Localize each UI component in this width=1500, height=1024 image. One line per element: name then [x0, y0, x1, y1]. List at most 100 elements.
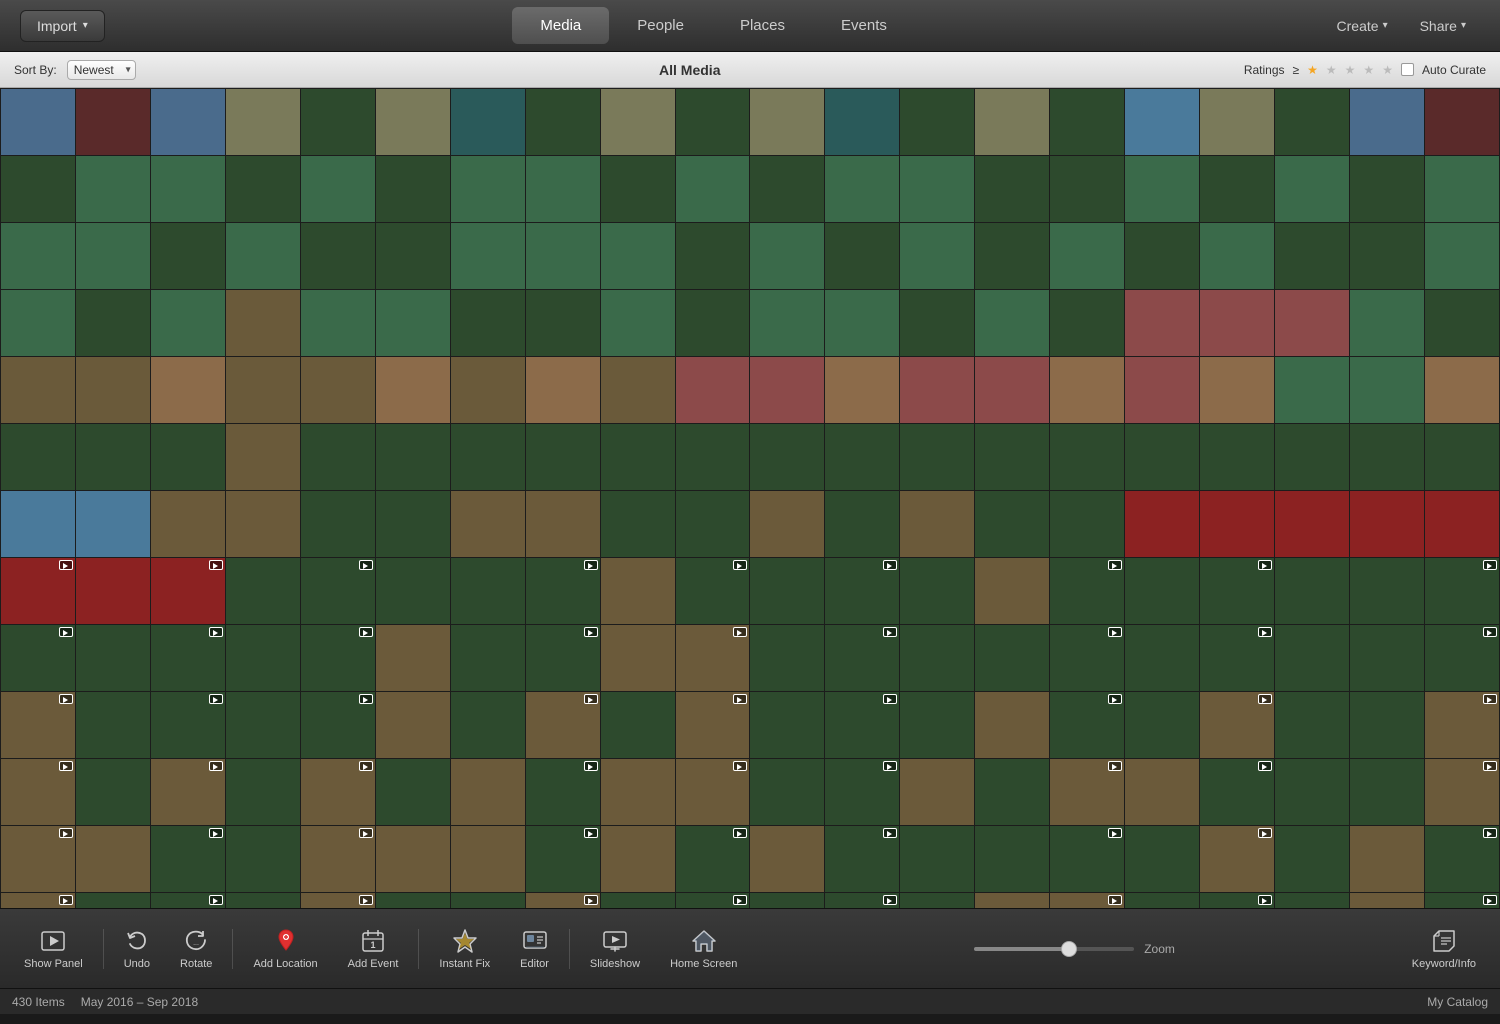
photo-cell[interactable] [750, 558, 824, 624]
photo-cell[interactable] [825, 625, 899, 691]
photo-cell[interactable] [1350, 625, 1424, 691]
photo-cell[interactable] [601, 826, 675, 892]
photo-cell[interactable] [601, 625, 675, 691]
photo-cell[interactable] [975, 759, 1049, 825]
home-screen-button[interactable]: Home Screen [656, 922, 751, 976]
photo-cell[interactable] [451, 558, 525, 624]
photo-cell[interactable] [76, 156, 150, 222]
photo-cell[interactable] [825, 692, 899, 758]
photo-cell[interactable] [151, 558, 225, 624]
photo-cell[interactable] [1200, 826, 1274, 892]
photo-cell[interactable] [1, 491, 75, 557]
photo-cell[interactable] [975, 491, 1049, 557]
photo-cell[interactable] [76, 826, 150, 892]
photo-cell[interactable] [1, 290, 75, 356]
instant-fix-button[interactable]: Instant Fix [425, 922, 504, 976]
photo-cell[interactable] [226, 893, 300, 908]
photo-cell[interactable] [750, 625, 824, 691]
photo-cell[interactable] [301, 759, 375, 825]
photo-cell[interactable] [1200, 491, 1274, 557]
photo-cell[interactable] [451, 357, 525, 423]
photo-cell[interactable] [1050, 491, 1124, 557]
photo-cell[interactable] [76, 290, 150, 356]
photo-cell[interactable] [301, 558, 375, 624]
photo-cell[interactable] [1350, 759, 1424, 825]
photo-cell[interactable] [76, 89, 150, 155]
photo-cell[interactable] [825, 357, 899, 423]
photo-cell[interactable] [151, 759, 225, 825]
photo-cell[interactable] [750, 290, 824, 356]
photo-cell[interactable] [1200, 558, 1274, 624]
photo-cell[interactable] [750, 491, 824, 557]
photo-cell[interactable] [676, 759, 750, 825]
photo-cell[interactable] [526, 290, 600, 356]
photo-cell[interactable] [376, 893, 450, 908]
photo-cell[interactable] [900, 156, 974, 222]
photo-cell[interactable] [1050, 893, 1124, 908]
photo-cell[interactable] [376, 826, 450, 892]
photo-cell[interactable] [451, 290, 525, 356]
photo-cell[interactable] [301, 290, 375, 356]
photo-cell[interactable] [975, 89, 1049, 155]
photo-cell[interactable] [1050, 357, 1124, 423]
sort-select[interactable]: Newest Oldest Name [67, 60, 136, 80]
photo-cell[interactable] [825, 89, 899, 155]
import-button[interactable]: Import ▾ [20, 10, 105, 42]
photo-cell[interactable] [825, 759, 899, 825]
photo-cell[interactable] [151, 89, 225, 155]
photo-cell[interactable] [1125, 290, 1199, 356]
photo-cell[interactable] [825, 290, 899, 356]
photo-cell[interactable] [301, 156, 375, 222]
photo-cell[interactable] [825, 424, 899, 490]
photo-cell[interactable] [301, 491, 375, 557]
photo-cell[interactable] [1125, 692, 1199, 758]
photo-cell[interactable] [526, 625, 600, 691]
photo-cell[interactable] [750, 89, 824, 155]
photo-cell[interactable] [526, 893, 600, 908]
rotate-button[interactable]: ... Rotate [166, 922, 226, 976]
photo-cell[interactable] [676, 156, 750, 222]
tab-events[interactable]: Events [813, 7, 915, 44]
photo-cell[interactable] [1125, 893, 1199, 908]
photo-cell[interactable] [1275, 223, 1349, 289]
photo-cell[interactable] [301, 223, 375, 289]
photo-cell[interactable] [1425, 826, 1499, 892]
photo-cell[interactable] [1350, 89, 1424, 155]
photo-cell[interactable] [750, 424, 824, 490]
photo-cell[interactable] [526, 491, 600, 557]
photo-cell[interactable] [451, 692, 525, 758]
photo-cell[interactable] [1, 625, 75, 691]
photo-cell[interactable] [376, 491, 450, 557]
add-event-button[interactable]: 1 Add Event [334, 922, 413, 976]
photo-cell[interactable] [676, 357, 750, 423]
photo-cell[interactable] [226, 625, 300, 691]
photo-cell[interactable] [1125, 759, 1199, 825]
photo-cell[interactable] [1425, 357, 1499, 423]
photo-cell[interactable] [1425, 558, 1499, 624]
photo-cell[interactable] [1200, 156, 1274, 222]
photo-cell[interactable] [301, 893, 375, 908]
keyword-info-button[interactable]: Keyword/Info [1398, 922, 1490, 976]
photo-cell[interactable] [226, 357, 300, 423]
photo-cell[interactable] [226, 89, 300, 155]
photo-cell[interactable] [451, 759, 525, 825]
photo-cell[interactable] [451, 223, 525, 289]
photo-cell[interactable] [451, 491, 525, 557]
photo-cell[interactable] [825, 893, 899, 908]
photo-cell[interactable] [76, 424, 150, 490]
photo-cell[interactable] [376, 759, 450, 825]
photo-cell[interactable] [1, 89, 75, 155]
photo-cell[interactable] [226, 826, 300, 892]
photo-cell[interactable] [1425, 491, 1499, 557]
photo-cell[interactable] [1350, 692, 1424, 758]
photo-cell[interactable] [1425, 625, 1499, 691]
photo-cell[interactable] [451, 625, 525, 691]
photo-cell[interactable] [1350, 826, 1424, 892]
photo-cell[interactable] [1275, 625, 1349, 691]
photo-cell[interactable] [900, 558, 974, 624]
photo-cell[interactable] [451, 826, 525, 892]
photo-cell[interactable] [1275, 156, 1349, 222]
photo-cell[interactable] [376, 424, 450, 490]
photo-cell[interactable] [1125, 223, 1199, 289]
photo-cell[interactable] [1200, 692, 1274, 758]
